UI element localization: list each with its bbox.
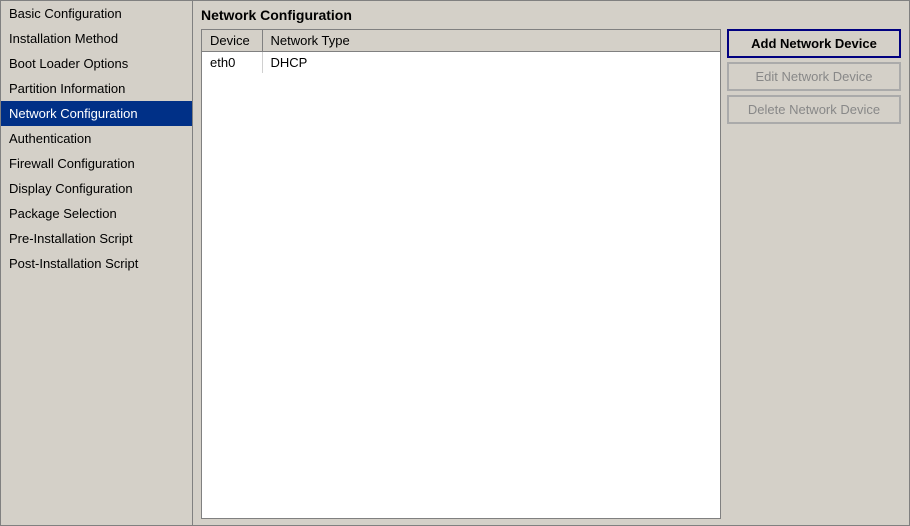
table-row[interactable]: eth0DHCP bbox=[202, 52, 720, 74]
sidebar-item-authentication[interactable]: Authentication bbox=[1, 126, 192, 151]
main-content: Network Configuration Device Network Typ… bbox=[193, 1, 909, 525]
sidebar-item-display-configuration[interactable]: Display Configuration bbox=[1, 176, 192, 201]
cell-device: eth0 bbox=[202, 52, 262, 74]
add-network-device-button[interactable]: Add Network Device bbox=[727, 29, 901, 58]
buttons-area: Add Network Device Edit Network Device D… bbox=[727, 29, 901, 519]
sidebar-item-boot-loader-options[interactable]: Boot Loader Options bbox=[1, 51, 192, 76]
sidebar-item-installation-method[interactable]: Installation Method bbox=[1, 26, 192, 51]
network-table: Device Network Type eth0DHCP bbox=[202, 30, 720, 73]
sidebar: Basic ConfigurationInstallation MethodBo… bbox=[1, 1, 193, 525]
sidebar-item-partition-information[interactable]: Partition Information bbox=[1, 76, 192, 101]
sidebar-item-basic-configuration[interactable]: Basic Configuration bbox=[1, 1, 192, 26]
content-area: Device Network Type eth0DHCP Add Network… bbox=[201, 29, 901, 519]
table-area: Device Network Type eth0DHCP bbox=[201, 29, 721, 519]
sidebar-item-post-installation-script[interactable]: Post-Installation Script bbox=[1, 251, 192, 276]
section-title: Network Configuration bbox=[201, 7, 901, 23]
cell-network-type: DHCP bbox=[262, 52, 720, 74]
sidebar-item-package-selection[interactable]: Package Selection bbox=[1, 201, 192, 226]
edit-network-device-button[interactable]: Edit Network Device bbox=[727, 62, 901, 91]
sidebar-item-firewall-configuration[interactable]: Firewall Configuration bbox=[1, 151, 192, 176]
col-header-network-type: Network Type bbox=[262, 30, 720, 52]
sidebar-item-pre-installation-script[interactable]: Pre-Installation Script bbox=[1, 226, 192, 251]
sidebar-item-network-configuration[interactable]: Network Configuration bbox=[1, 101, 192, 126]
delete-network-device-button[interactable]: Delete Network Device bbox=[727, 95, 901, 124]
col-header-device: Device bbox=[202, 30, 262, 52]
app-window: Basic ConfigurationInstallation MethodBo… bbox=[0, 0, 910, 526]
